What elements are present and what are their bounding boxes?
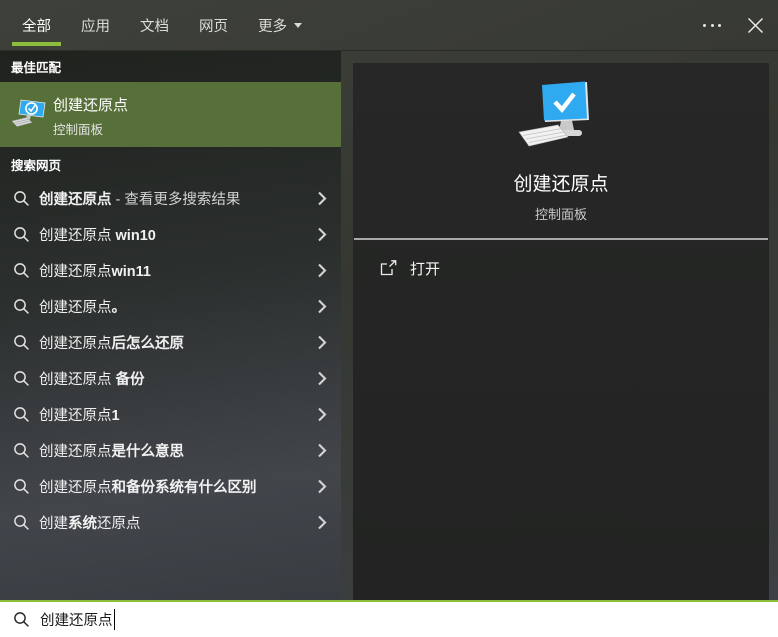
tab-label: 更多 <box>258 15 287 36</box>
chevron-right-icon[interactable] <box>317 263 327 278</box>
tab-more[interactable]: 更多 <box>258 0 302 50</box>
search-suggestion-row[interactable]: 创建还原点和备份系统有什么区别 <box>0 468 341 504</box>
chevron-right-icon[interactable] <box>317 407 327 422</box>
chevron-right-icon[interactable] <box>317 335 327 350</box>
preview-subtitle: 控制面板 <box>353 204 769 223</box>
search-icon <box>13 442 30 459</box>
results-pane: 最佳匹配 创建还原点 控制面板 搜索网页 创建还原点 - 查看更多搜索结果创建还… <box>0 51 341 600</box>
suggestion-text: 创建还原点是什么意思 <box>39 440 317 461</box>
suggestion-text: 创建还原点。 <box>39 296 317 317</box>
chevron-right-icon[interactable] <box>317 299 327 314</box>
search-query-text: 创建还原点 <box>40 609 113 630</box>
search-icon <box>13 190 30 207</box>
search-suggestion-row[interactable]: 创建还原点1 <box>0 396 341 432</box>
suggestion-text: 创建还原点和备份系统有什么区别 <box>39 476 317 497</box>
search-suggestion-row[interactable]: 创建还原点。 <box>0 288 341 324</box>
suggestion-text: 创建还原点 - 查看更多搜索结果 <box>39 188 317 209</box>
chevron-right-icon[interactable] <box>317 515 327 530</box>
search-icon <box>13 611 31 629</box>
chevron-right-icon[interactable] <box>317 443 327 458</box>
search-suggestion-list: 创建还原点 - 查看更多搜索结果创建还原点 win10 创建还原点win11 创建还… <box>0 180 341 540</box>
tab-all[interactable]: 全部 <box>22 0 51 50</box>
chevron-right-icon[interactable] <box>317 227 327 242</box>
restore-point-large-icon <box>513 80 609 150</box>
best-match-title: 创建还原点 <box>53 94 128 115</box>
open-icon <box>380 260 397 276</box>
suggestion-text: 创建还原点win11 <box>39 260 317 281</box>
best-match-text: 创建还原点 控制面板 <box>53 94 128 138</box>
restore-point-icon <box>11 97 47 131</box>
search-suggestion-row[interactable]: 创建还原点 - 查看更多搜索结果 <box>0 180 341 216</box>
search-icon <box>13 298 30 315</box>
suggestion-text: 创建还原点1 <box>39 404 317 425</box>
suggestion-text: 创建还原点 备份 <box>39 368 317 389</box>
close-icon[interactable] <box>747 17 764 34</box>
search-input[interactable]: 创建还原点 <box>0 600 778 637</box>
more-options-icon[interactable] <box>703 24 721 27</box>
tab-label: 网页 <box>199 15 228 36</box>
chevron-right-icon[interactable] <box>317 479 327 494</box>
search-icon <box>13 406 30 423</box>
tab-label: 文档 <box>140 15 169 36</box>
open-action-label: 打开 <box>410 258 440 279</box>
search-suggestion-row[interactable]: 创建还原点是什么意思 <box>0 432 341 468</box>
search-icon <box>13 370 30 387</box>
preview-title: 创建还原点 <box>353 169 769 196</box>
suggestion-text: 创建系统还原点 <box>39 512 317 533</box>
search-suggestion-row[interactable]: 创建还原点win11 <box>0 252 341 288</box>
best-match-header: 最佳匹配 <box>11 57 61 76</box>
tab-web[interactable]: 网页 <box>199 0 228 50</box>
search-suggestion-row[interactable]: 创建系统还原点 <box>0 504 341 540</box>
chevron-right-icon[interactable] <box>317 371 327 386</box>
search-icon <box>13 262 30 279</box>
search-suggestion-row[interactable]: 创建还原点 win10 <box>0 216 341 252</box>
search-suggestion-row[interactable]: 创建还原点 备份 <box>0 360 341 396</box>
tab-apps[interactable]: 应用 <box>81 0 110 50</box>
search-web-header: 搜索网页 <box>11 155 61 174</box>
tab-label: 全部 <box>22 15 51 36</box>
suggestion-text: 创建还原点 win10 <box>39 224 317 245</box>
search-icon <box>13 478 30 495</box>
text-caret <box>114 609 116 630</box>
best-match-result[interactable]: 创建还原点 控制面板 <box>0 82 341 147</box>
chevron-down-icon <box>294 23 302 28</box>
search-icon <box>13 226 30 243</box>
tab-label: 应用 <box>81 15 110 36</box>
search-icon <box>13 334 30 351</box>
search-icon <box>13 514 30 531</box>
search-suggestion-row[interactable]: 创建还原点后怎么还原 <box>0 324 341 360</box>
preview-panel: 创建还原点 控制面板 打开 <box>353 63 769 600</box>
open-action[interactable]: 打开 <box>353 254 769 282</box>
tab-docs[interactable]: 文档 <box>140 0 169 50</box>
search-tab-bar: 全部 应用 文档 网页 更多 <box>0 0 778 51</box>
window-controls <box>703 0 764 51</box>
tab-bar-tabs: 全部 应用 文档 网页 更多 <box>22 0 302 50</box>
suggestion-text: 创建还原点后怎么还原 <box>39 332 317 353</box>
chevron-right-icon[interactable] <box>317 191 327 206</box>
preview-divider <box>354 238 768 240</box>
best-match-subtitle: 控制面板 <box>53 119 128 138</box>
